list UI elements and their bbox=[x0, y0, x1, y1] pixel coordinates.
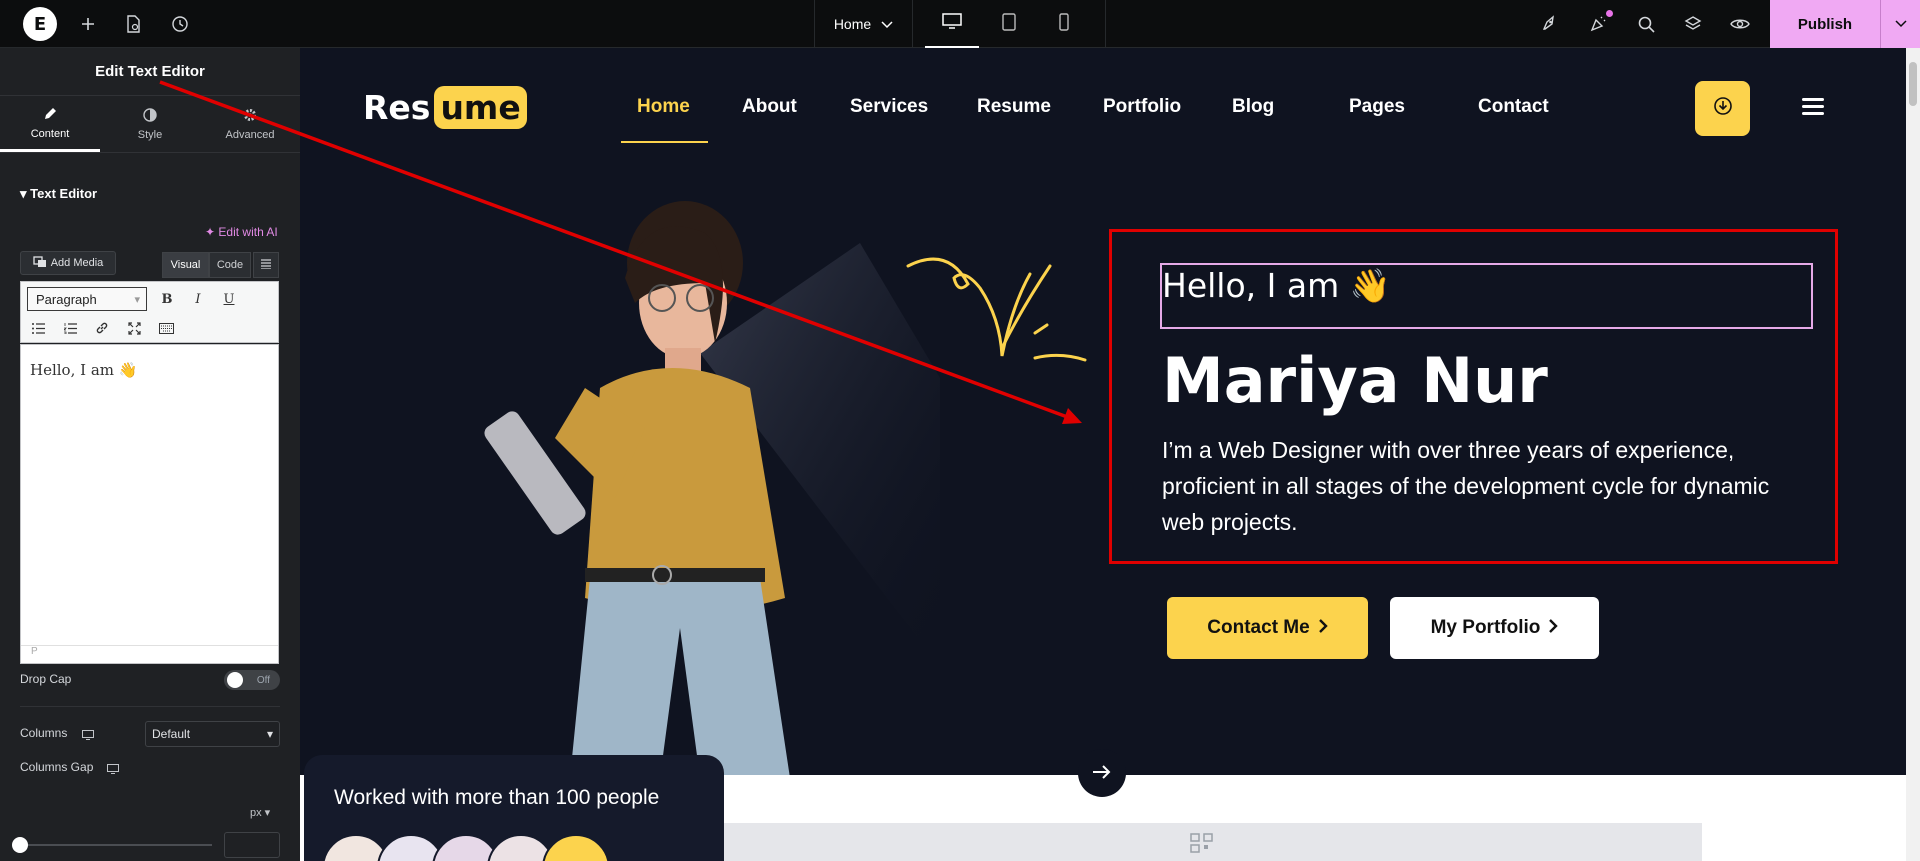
history-icon[interactable] bbox=[165, 9, 195, 39]
drop-cap-label: Drop Cap bbox=[20, 672, 72, 686]
scrollbar-thumb[interactable] bbox=[1909, 62, 1917, 106]
pencil-icon bbox=[43, 107, 57, 124]
worked-with-text: Worked with more than 100 people bbox=[334, 786, 660, 809]
chevron-right-icon bbox=[1318, 617, 1328, 639]
tab-label: Content bbox=[30, 127, 70, 140]
desktop-icon bbox=[942, 12, 962, 34]
editor-content[interactable]: Hello, I am 👋 bbox=[30, 361, 137, 379]
divider bbox=[1105, 0, 1106, 48]
panel-title: Edit Text Editor bbox=[0, 48, 300, 96]
layers-icon[interactable] bbox=[1678, 9, 1708, 39]
tablet-icon bbox=[1002, 12, 1016, 36]
publish-button[interactable]: Publish bbox=[1770, 0, 1880, 48]
columns-label: Columns bbox=[20, 726, 68, 740]
media-icon bbox=[33, 255, 47, 271]
tablet-view-button[interactable] bbox=[982, 0, 1036, 48]
notification-dot bbox=[1606, 10, 1613, 17]
edit-with-ai-label: Edit with AI bbox=[218, 225, 278, 239]
elementor-logo-icon[interactable]: E bbox=[23, 7, 57, 41]
doodle-decoration bbox=[906, 257, 1087, 362]
desktop-view-button[interactable] bbox=[925, 0, 979, 48]
rocket-icon[interactable] bbox=[1534, 9, 1564, 39]
tab-visual[interactable]: Visual bbox=[162, 252, 209, 278]
tab-content[interactable]: Content bbox=[0, 97, 100, 152]
columns-gap-slider[interactable] bbox=[20, 844, 212, 846]
contrast-icon bbox=[143, 108, 157, 125]
hero-name[interactable]: Mariya Nur bbox=[1162, 344, 1548, 417]
columns-gap-input[interactable] bbox=[224, 832, 280, 858]
my-portfolio-button[interactable]: My Portfolio bbox=[1390, 597, 1599, 659]
contact-me-button[interactable]: Contact Me bbox=[1167, 597, 1368, 659]
mobile-view-button[interactable] bbox=[1037, 0, 1091, 48]
desktop-icon[interactable] bbox=[107, 761, 119, 779]
page-selector[interactable]: Home bbox=[814, 0, 913, 48]
my-portfolio-label: My Portfolio bbox=[1430, 617, 1541, 638]
unit-selector[interactable]: px ▾ bbox=[250, 806, 270, 819]
edit-with-ai-link[interactable]: ✦ Edit with AI bbox=[205, 225, 278, 239]
tab-style[interactable]: Style bbox=[100, 97, 200, 152]
section-header-text-editor[interactable]: ▾ Text Editor bbox=[20, 186, 97, 202]
mobile-icon bbox=[1059, 12, 1069, 36]
underline-button[interactable]: U bbox=[218, 288, 240, 310]
columns-select[interactable]: Default bbox=[145, 721, 280, 747]
drop-cap-toggle[interactable]: Off bbox=[224, 670, 280, 690]
hero-bio[interactable]: I’m a Web Designer with over three years… bbox=[1162, 432, 1782, 540]
kitchen-sink-icon bbox=[261, 258, 271, 272]
link-button[interactable] bbox=[91, 317, 113, 339]
keyboard-shortcuts-button[interactable] bbox=[155, 317, 177, 339]
canvas-scrollbar[interactable] bbox=[1906, 48, 1920, 861]
placeholder-section bbox=[722, 823, 1702, 861]
person-photo bbox=[484, 201, 790, 775]
worked-with-card: Worked with more than 100 people bbox=[304, 755, 724, 861]
preview-eye-icon[interactable] bbox=[1725, 9, 1755, 39]
bold-button[interactable]: B bbox=[156, 288, 178, 310]
columns-gap-label: Columns Gap bbox=[20, 760, 94, 774]
desktop-icon[interactable] bbox=[82, 727, 94, 745]
add-element-icon[interactable] bbox=[73, 9, 103, 39]
tab-code[interactable]: Code bbox=[209, 252, 251, 278]
unit-label: px bbox=[250, 807, 262, 819]
page-selector-label: Home bbox=[833, 16, 872, 32]
hero-greeting[interactable]: Hello, I am 👋 bbox=[1162, 266, 1391, 306]
section-title: Text Editor bbox=[30, 186, 98, 201]
editor-path: P bbox=[21, 645, 278, 663]
format-select[interactable]: Paragraph bbox=[27, 287, 147, 311]
page-preview-canvas: Res ume Home About Services Resume Portfo… bbox=[300, 48, 1906, 861]
rich-text-toolbar: Paragraph B I U bbox=[20, 281, 279, 343]
bullet-list-button[interactable] bbox=[27, 317, 49, 339]
search-icon[interactable] bbox=[1631, 9, 1661, 39]
tab-advanced[interactable]: Advanced bbox=[200, 97, 300, 152]
numbered-list-button[interactable] bbox=[59, 317, 81, 339]
tab-label: Advanced bbox=[225, 129, 275, 141]
publish-options-button[interactable] bbox=[1880, 0, 1920, 48]
editor-top-bar: E Home Publish bbox=[0, 0, 1920, 48]
scroll-next-button[interactable] bbox=[1078, 749, 1126, 797]
qr-placeholder-icon bbox=[1190, 833, 1214, 858]
divider bbox=[0, 152, 300, 153]
add-media-button[interactable]: Add Media bbox=[20, 251, 116, 275]
page-settings-icon[interactable] bbox=[118, 9, 148, 39]
chevron-down-icon bbox=[1894, 15, 1907, 33]
toolbar-toggle-button[interactable] bbox=[253, 252, 279, 278]
chevron-down-icon bbox=[881, 16, 893, 32]
widget-settings-panel: Edit Text Editor Content Style Advanced … bbox=[0, 48, 300, 861]
italic-button[interactable]: I bbox=[187, 288, 209, 310]
avatar bbox=[542, 834, 610, 861]
fullscreen-button[interactable] bbox=[123, 317, 145, 339]
gear-icon bbox=[243, 108, 257, 125]
divider bbox=[20, 706, 280, 707]
tab-label: Style bbox=[137, 129, 163, 141]
text-editor-area[interactable]: Hello, I am 👋 P bbox=[20, 344, 279, 664]
chevron-right-icon bbox=[1548, 617, 1559, 639]
slider-handle[interactable] bbox=[12, 837, 28, 853]
add-media-label: Add Media bbox=[50, 257, 104, 269]
contact-me-label: Contact Me bbox=[1207, 617, 1310, 638]
arrow-right-icon bbox=[1092, 759, 1112, 787]
